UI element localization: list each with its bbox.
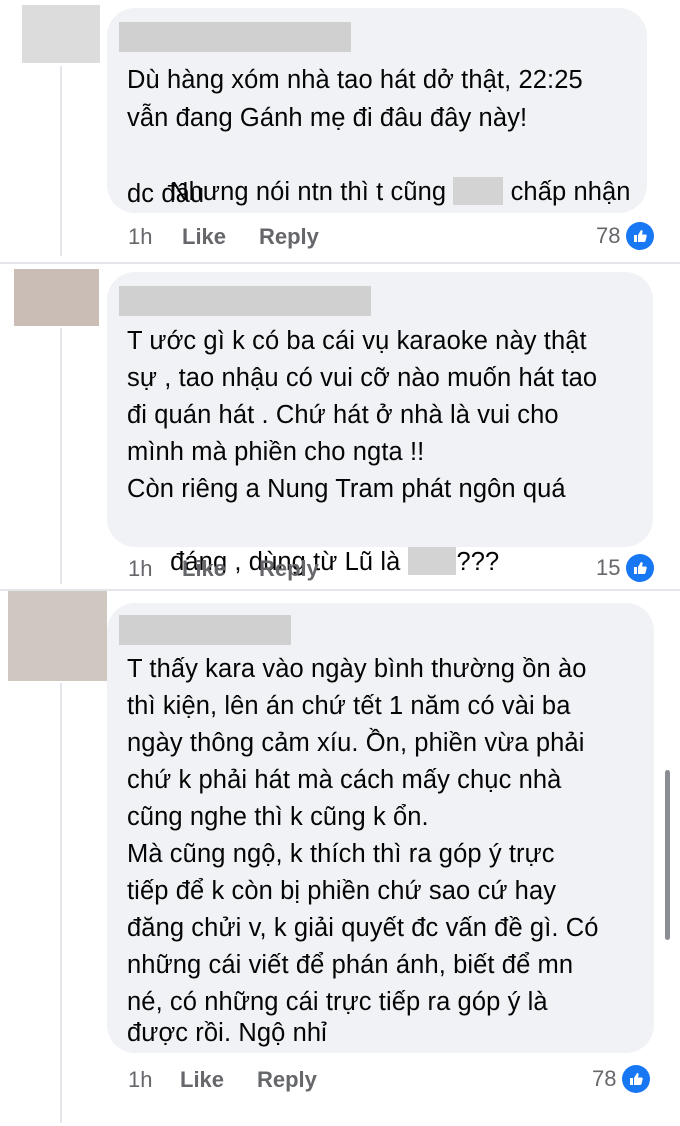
comment-text-segment: ??? — [456, 548, 500, 576]
like-thumb-icon — [626, 554, 655, 582]
reaction-number: 15 — [596, 555, 621, 580]
redaction-block — [408, 547, 457, 575]
reaction-count[interactable]: 15 — [596, 554, 655, 582]
comment-bubble[interactable]: T thấy kara vào ngày bình thường ồn ào t… — [107, 603, 654, 1053]
comment-text-line: cũng nghe thì k cũng k ổn. — [127, 803, 429, 831]
like-thumb-icon — [626, 222, 655, 250]
comment-text-line: mình mà phiền cho ngta !! — [127, 438, 425, 466]
thread-line — [60, 66, 62, 256]
comment-text-line: T thấy kara vào ngày bình thường ồn ào — [127, 655, 587, 683]
scrollbar[interactable] — [665, 770, 670, 940]
comment-text-line: Còn riêng a Nung Tram phát ngôn quá — [127, 475, 566, 503]
reaction-count[interactable]: 78 — [592, 1065, 651, 1093]
comment-text-line: đăng chửi v, k giải quyết đc vấn đề gì. … — [127, 914, 599, 942]
comment-text-line: những cái viết để phán ánh, biết để mn — [127, 951, 574, 979]
reply-button[interactable]: Reply — [259, 224, 319, 250]
avatar[interactable] — [8, 591, 107, 681]
comment-text-line: vẫn đang Gánh mẹ đi đâu đây này! — [127, 104, 528, 132]
like-button[interactable]: Like — [180, 1067, 224, 1093]
comment-time[interactable]: 1h — [128, 224, 152, 250]
thread-line — [60, 328, 62, 584]
comment-text-segment: Nhưng nói ntn thì t cũng — [170, 178, 447, 206]
comment-bubble[interactable]: Dù hàng xóm nhà tao hát dở thật, 22:25 v… — [107, 8, 647, 213]
comment-bubble[interactable]: T ước gì k có ba cái vụ karaoke này thật… — [107, 272, 653, 576]
comment-text-line: T ước gì k có ba cái vụ karaoke này thật — [127, 327, 587, 355]
comment-1: Dù hàng xóm nhà tao hát dở thật, 22:25 v… — [0, 0, 680, 262]
comment-text-line: chứ k phải hát mà cách mấy chục nhà — [127, 766, 562, 794]
comment-text-line: được rồi. Ngộ nhỉ — [127, 1019, 327, 1047]
comment-text-line: dc đâu — [127, 180, 205, 208]
reaction-count[interactable]: 78 — [596, 222, 655, 250]
comment-text-line: sự , tao nhậu có vui cỡ nào muốn hát tao — [127, 364, 598, 392]
redacted-author-name[interactable] — [119, 615, 291, 645]
avatar[interactable] — [22, 5, 100, 63]
reaction-number: 78 — [596, 223, 621, 248]
redacted-author-name[interactable] — [119, 22, 351, 52]
comment-text-line: đi quán hát . Chứ hát ở nhà là vui cho — [127, 401, 559, 429]
comment-text-segment: chấp nhận — [510, 178, 631, 206]
redaction-block — [453, 177, 504, 205]
comment-text-line: Dù hàng xóm nhà tao hát dở thật, 22:25 — [127, 66, 583, 94]
comment-text-line: thì kiện, lên án chứ tết 1 năm có vài ba — [127, 692, 571, 720]
comment-3: T thấy kara vào ngày bình thường ồn ào t… — [0, 591, 680, 1126]
comment-time[interactable]: 1h — [128, 556, 152, 582]
comment-text-line: Mà cũng ngộ, k thích thì ra góp ý trực — [127, 840, 555, 868]
reply-button[interactable]: Reply — [257, 1067, 317, 1093]
redacted-author-name[interactable] — [119, 286, 371, 316]
thread-line — [60, 683, 62, 1123]
avatar[interactable] — [14, 269, 99, 326]
comment-2: T ước gì k có ba cái vụ karaoke này thật… — [0, 264, 680, 589]
comment-text-line: ngày thông cảm xíu. Ồn, phiền vừa phải — [127, 729, 585, 757]
reply-button[interactable]: Reply — [259, 556, 319, 582]
like-button[interactable]: Like — [182, 224, 226, 250]
comment-time[interactable]: 1h — [128, 1067, 152, 1093]
comment-text-line: tiếp để k còn bị phiền chứ sao cứ hay — [127, 877, 557, 905]
reaction-number: 78 — [592, 1066, 617, 1091]
like-button[interactable]: Like — [182, 556, 226, 582]
like-thumb-icon — [622, 1065, 651, 1093]
